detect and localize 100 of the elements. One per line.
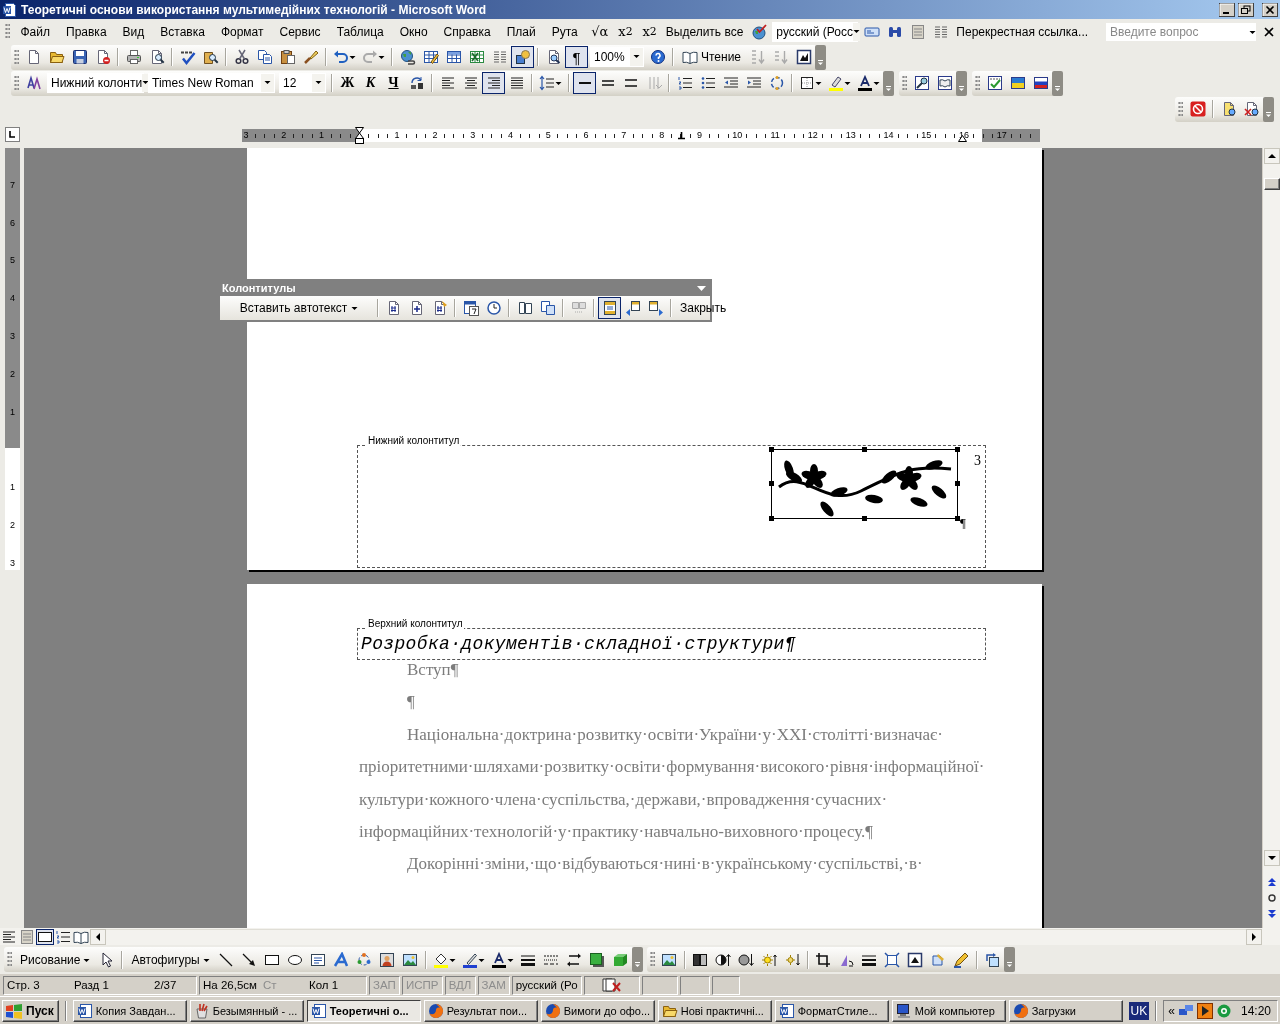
menu-item[interactable]: Сервис xyxy=(272,24,329,39)
taskbar-button[interactable]: Копия Завдан... xyxy=(72,999,187,1022)
globe-check-icon[interactable] xyxy=(750,23,767,40)
autoshapes-menu-button[interactable]: Автофигуры xyxy=(126,948,215,971)
zoom-dropdown[interactable]: 100% xyxy=(590,47,644,67)
pencil-icon[interactable] xyxy=(953,951,970,968)
reset-picture-icon[interactable] xyxy=(984,951,1001,968)
increase-indent-icon[interactable] xyxy=(745,75,762,91)
borders-icon[interactable] xyxy=(799,75,815,91)
media-player-icon[interactable] xyxy=(1196,1002,1213,1019)
question-field[interactable]: Введите вопрос xyxy=(1106,22,1256,41)
menu-item[interactable]: Окно xyxy=(392,24,436,39)
brightness-up-icon[interactable] xyxy=(761,951,778,968)
next-arrow-page-icon[interactable] xyxy=(647,300,664,316)
book-magnifier-icon[interactable] xyxy=(202,49,219,65)
clipboard-icon[interactable] xyxy=(279,49,296,65)
formatting-marks-toggle[interactable]: ¶ xyxy=(565,46,588,68)
cross-reference-button[interactable]: Перекрестная ссылка... xyxy=(952,20,1093,43)
text-wrap-icon[interactable] xyxy=(907,951,924,968)
shadow-square-icon[interactable] xyxy=(589,951,606,968)
toolbar-options-icon[interactable] xyxy=(631,947,643,972)
document-icon[interactable] xyxy=(76,1002,93,1019)
calendar-icon[interactable] xyxy=(462,300,479,316)
wordart-icon[interactable] xyxy=(333,951,350,968)
page-setup-icon[interactable] xyxy=(516,300,533,316)
select-all-button[interactable]: Выделить все xyxy=(661,20,748,43)
tab-stop-icon[interactable] xyxy=(678,132,685,140)
styles-icon[interactable] xyxy=(25,75,42,91)
taskbar-button[interactable]: Безымянный - ... xyxy=(189,999,304,1022)
italic-button[interactable]: К xyxy=(359,72,382,94)
text-box-icon[interactable] xyxy=(310,951,327,968)
taskbar-button[interactable]: Загрузки xyxy=(1008,999,1123,1022)
scroll-down-button[interactable] xyxy=(1263,850,1280,866)
taskbar-button[interactable]: Вимоги до офо... xyxy=(540,999,655,1022)
taskbar-button[interactable]: ФорматСтиле... xyxy=(774,999,889,1022)
globe-link-icon[interactable] xyxy=(399,49,416,65)
menu-item[interactable]: Правка xyxy=(58,24,115,39)
flag-icon[interactable] xyxy=(1009,75,1026,91)
menu-item[interactable]: Таблица xyxy=(329,24,392,39)
brightness-down-icon[interactable] xyxy=(784,951,801,968)
computer-icon[interactable] xyxy=(895,1002,912,1019)
minimize-button[interactable] xyxy=(1219,2,1235,17)
reading-button[interactable]: Чтение xyxy=(677,46,747,68)
arrow-icon[interactable] xyxy=(241,951,258,968)
line-brush-icon[interactable] xyxy=(461,951,478,968)
bulleted-list-icon[interactable] xyxy=(699,75,716,91)
paint-bucket-icon[interactable] xyxy=(432,951,449,968)
clock-icon[interactable] xyxy=(485,300,502,316)
view-button[interactable] xyxy=(0,928,18,945)
scroll-thumb[interactable] xyxy=(1263,178,1280,190)
table-icon[interactable] xyxy=(445,49,462,65)
tab-selector-icon[interactable] xyxy=(5,127,20,142)
undo-icon[interactable] xyxy=(333,49,349,65)
book-frame-icon[interactable] xyxy=(936,75,953,91)
toolbar-handle[interactable] xyxy=(902,74,907,92)
clip-art-icon[interactable] xyxy=(379,951,396,968)
language-indicator[interactable]: UK xyxy=(1128,1001,1150,1020)
footer-area[interactable]: ¶ 3 xyxy=(357,445,986,568)
scroll-left-button[interactable] xyxy=(90,928,106,945)
underline-button[interactable]: Ч xyxy=(382,72,405,94)
menu-item[interactable]: Плай xyxy=(499,24,544,39)
document-icon[interactable] xyxy=(310,1002,327,1019)
line-icon[interactable] xyxy=(218,951,235,968)
bold-button[interactable]: Ж xyxy=(336,72,359,94)
menu-item[interactable]: Формат xyxy=(213,24,272,39)
toolbar-handle[interactable] xyxy=(1178,100,1183,118)
scroll-up-button[interactable] xyxy=(1263,148,1280,164)
arrow-style-icon[interactable] xyxy=(566,951,583,968)
spelling-check-icon[interactable] xyxy=(179,49,196,65)
font-dropdown[interactable]: Times New Roman xyxy=(148,73,275,93)
circular-arrows-icon[interactable] xyxy=(768,75,785,91)
drawing-menu-button[interactable]: Рисование xyxy=(15,948,96,971)
dropdown-icon[interactable] xyxy=(697,285,706,291)
close-button[interactable]: Закрыть xyxy=(675,297,732,319)
toolbar-handle[interactable] xyxy=(7,951,12,968)
taskbar-button[interactable]: Нові практичні... xyxy=(657,999,772,1022)
crop-icon[interactable] xyxy=(815,951,832,968)
color-bars-icon[interactable] xyxy=(692,951,709,968)
menu-item[interactable]: Вид xyxy=(115,24,152,39)
flag-icon[interactable] xyxy=(1032,75,1049,91)
format-picture-icon[interactable] xyxy=(930,951,947,968)
windows-flag-icon[interactable] xyxy=(5,1002,23,1019)
close-button[interactable] xyxy=(1262,2,1278,17)
page-remove-icon[interactable] xyxy=(1243,101,1260,117)
globe-icon[interactable] xyxy=(427,1002,444,1019)
help-icon[interactable] xyxy=(649,49,666,65)
contrast-down-icon[interactable] xyxy=(738,951,755,968)
picture-frame-icon[interactable] xyxy=(795,49,812,65)
table-pencil-icon[interactable] xyxy=(422,49,439,65)
open-book-icon[interactable] xyxy=(682,49,698,65)
toolbar-handle[interactable] xyxy=(14,74,19,92)
indent-marker-icon[interactable] xyxy=(354,127,364,144)
square-root-button[interactable]: √α xyxy=(586,20,614,43)
diagram-icon[interactable] xyxy=(356,951,373,968)
pages-icon[interactable] xyxy=(539,300,556,316)
line-spacing-icon[interactable] xyxy=(539,75,555,91)
language-dropdown[interactable]: русский (Росс xyxy=(772,21,859,42)
printer-icon[interactable] xyxy=(125,49,142,65)
font-color-icon[interactable] xyxy=(857,75,873,91)
start-button[interactable]: Пуск xyxy=(2,999,59,1022)
